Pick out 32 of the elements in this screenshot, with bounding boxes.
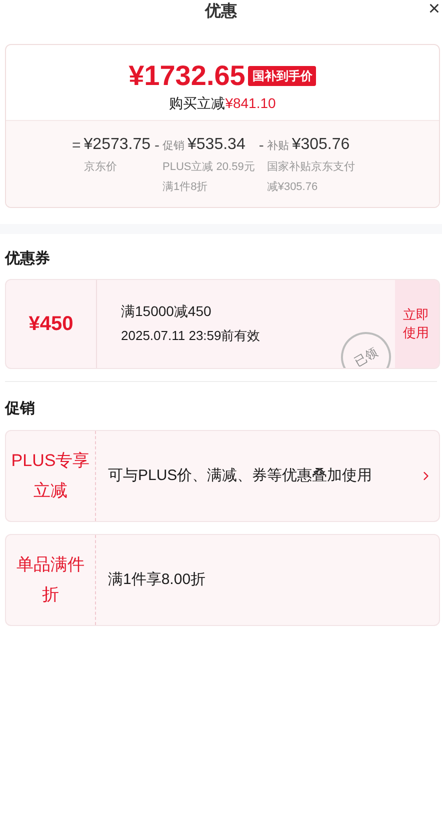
section-heading: 优惠券: [5, 249, 51, 269]
price-badge: 国补到手价: [248, 66, 316, 86]
use-now-button[interactable]: 立即使用: [395, 280, 439, 368]
breakdown-note: 国家补贴京东支付: [266, 160, 355, 175]
promotion-tag: 单品满件折: [10, 550, 91, 610]
breakdown-amount: ¥535.34: [188, 135, 246, 155]
close-button[interactable]: ×: [428, 0, 440, 20]
coupon-card[interactable]: ¥450 满15000减450 2025.07.11 23:59前有效 已领 立即使用: [5, 278, 440, 368]
saving-amount: ¥841.10: [225, 94, 276, 113]
operator-sign: -: [154, 136, 160, 156]
coupon-condition: 满15000减450: [121, 302, 212, 322]
promotion-card[interactable]: PLUS专享立减 可与PLUS价、满减、券等优惠叠加使用: [5, 430, 440, 522]
breakdown-label: 促销: [162, 139, 184, 154]
promotion-text: 满1件享8.00折: [108, 570, 207, 590]
breakdown-label: 补贴: [266, 138, 289, 154]
promotion-tag: PLUS专享立减: [10, 446, 91, 506]
breakdown-note: 京东价: [84, 160, 118, 175]
coupon-validity: 2025.07.11 23:59前有效: [121, 327, 262, 346]
breakdown-amount: ¥305.76: [292, 135, 350, 155]
final-price: ¥1732.65: [128, 59, 246, 93]
sheet-title: 优惠: [205, 2, 237, 22]
operator-sign: =: [72, 136, 81, 156]
coupon-amount: ¥450: [28, 312, 74, 336]
breakdown-note: 满1件8折: [162, 180, 209, 195]
operator-sign: -: [258, 136, 264, 156]
promotion-card[interactable]: 单品满件折 满1件享8.00折: [5, 534, 440, 626]
breakdown-note: 减¥305.76: [266, 180, 319, 195]
breakdown-amount: ¥2573.75: [84, 135, 150, 155]
promotion-text: 可与PLUS价、满减、券等优惠叠加使用: [108, 466, 374, 486]
section-heading: 促销: [5, 398, 36, 418]
saving-label: 购买立减: [169, 94, 226, 113]
breakdown-note: PLUS立减 20.59元: [162, 160, 255, 175]
